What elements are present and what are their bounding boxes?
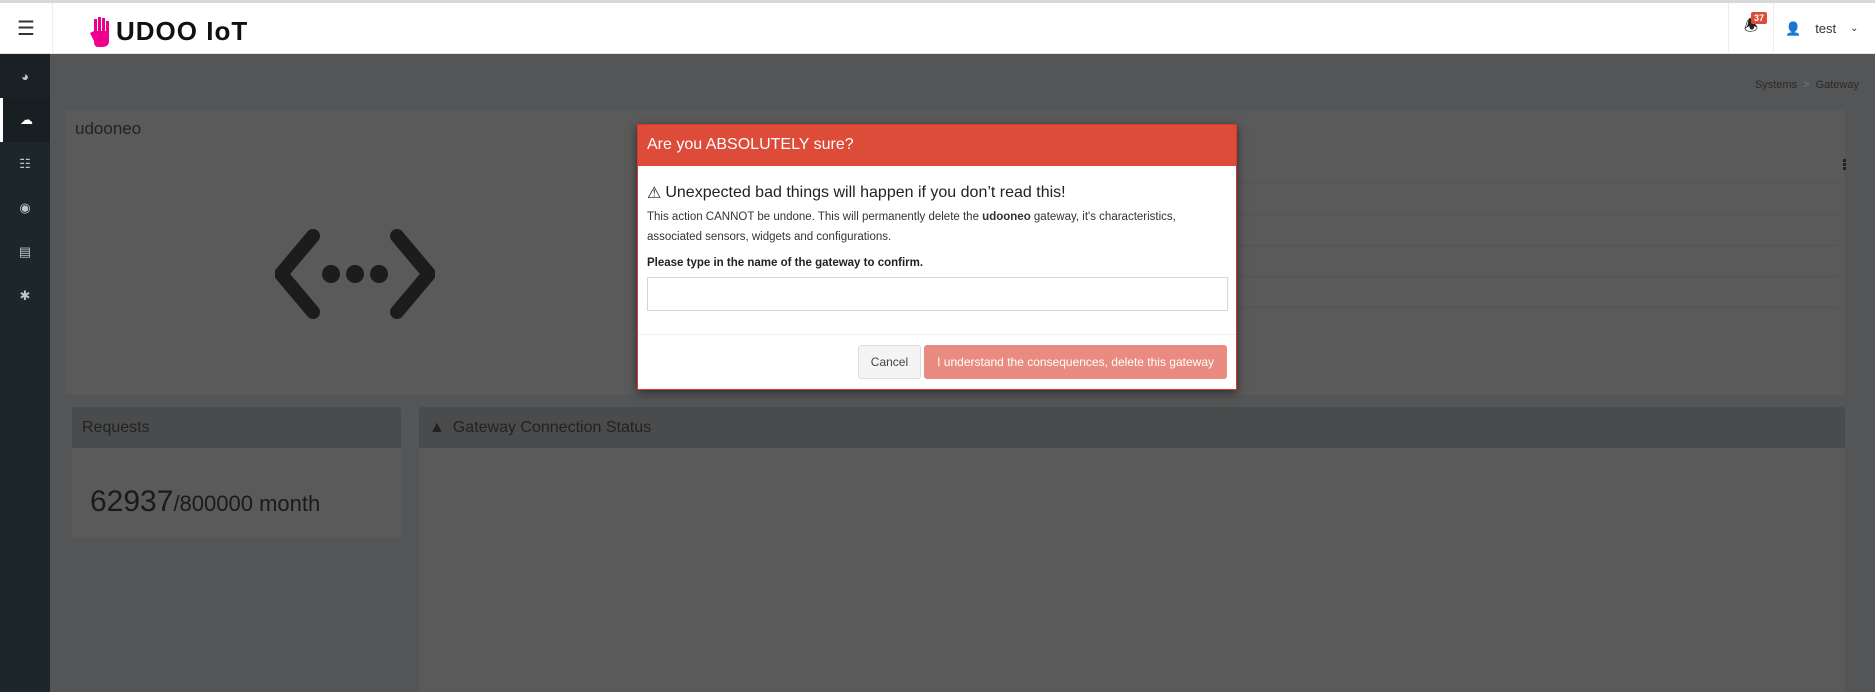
sidebar-item-network[interactable]: ☷ xyxy=(0,142,50,186)
gateway-name-confirm-input[interactable] xyxy=(647,277,1228,311)
toggle-icon: ◉ xyxy=(19,200,31,215)
breadcrumb: Systems > Gateway xyxy=(1754,79,1859,91)
connection-status-title: Gateway Connection Status xyxy=(452,418,652,436)
requests-card: Requests 62937/800000 month xyxy=(72,407,401,538)
user-menu[interactable]: 👤 test ⌄ xyxy=(1785,3,1859,54)
top-navbar: ☰ UDOO IoT 🕭 37 👤 test ⌄ xyxy=(0,3,1875,54)
row-divider xyxy=(1237,245,1839,246)
confirm-label: Please type in the name of the gateway t… xyxy=(647,257,924,269)
requests-value: 62937/800000 month xyxy=(90,485,320,519)
username: test xyxy=(1815,21,1837,36)
hamburger-icon: ☰ xyxy=(17,18,35,40)
brand-logo[interactable]: UDOO IoT xyxy=(90,11,248,47)
chevron-down-icon: ⌄ xyxy=(1850,23,1859,34)
modal-warning: Unexpected bad things will happen if you… xyxy=(665,184,1066,201)
modal-description: This action CANNOT be undone. This will … xyxy=(647,211,1176,243)
notifications-button[interactable]: 🕭 37 xyxy=(1728,3,1774,54)
udoo-hand-icon xyxy=(90,17,109,47)
menu-toggle-button[interactable]: ☰ xyxy=(0,3,53,54)
sidebar-item-debug[interactable]: ✱ xyxy=(0,274,50,318)
row-divider xyxy=(1237,276,1839,277)
cloud-icon: ☁ xyxy=(20,112,33,127)
gateway-icon xyxy=(275,229,435,319)
sidebar-item-toggles[interactable]: ◉ xyxy=(0,186,50,230)
gateway-name: udooneo xyxy=(75,119,142,138)
bug-icon: ✱ xyxy=(19,288,31,303)
dashboard-icon: ◕ xyxy=(21,68,29,84)
requests-count: 62937 xyxy=(90,485,174,518)
sidebar: ◕ ☁ ☷ ◉ ▤ ✱ xyxy=(0,54,50,692)
sidebar-item-gateways[interactable]: ☁ xyxy=(0,98,50,142)
connection-status-card: ▲ Gateway Connection Status xyxy=(419,407,1845,692)
delete-gateway-modal: Are you ABSOLUTELY sure? ⚠ Unexpected bad… xyxy=(637,124,1237,390)
modal-gateway-name: udooneo xyxy=(982,211,1031,223)
row-divider xyxy=(1237,307,1839,308)
modal-title: Are you ABSOLUTELY sure? xyxy=(638,125,1236,166)
sidebar-item-docs[interactable]: ▤ xyxy=(0,230,50,274)
requests-title: Requests xyxy=(82,418,150,436)
user-icon: 👤 xyxy=(1785,20,1802,36)
sitemap-icon: ☷ xyxy=(19,156,31,171)
row-divider xyxy=(1237,182,1839,183)
more-options-icon[interactable] xyxy=(1843,159,1847,171)
breadcrumb-gateway: Gateway xyxy=(1815,79,1859,91)
brand-name: UDOO IoT xyxy=(116,16,249,46)
delete-gateway-button[interactable]: I understand the consequences, delete th… xyxy=(924,345,1227,379)
row-divider xyxy=(1237,214,1839,215)
requests-limit: /800000 month xyxy=(173,491,321,516)
breadcrumb-systems[interactable]: Systems xyxy=(1755,79,1797,91)
cancel-button[interactable]: Cancel xyxy=(857,345,922,379)
notifications-badge: 37 xyxy=(1751,12,1768,24)
warning-icon: ⚠ xyxy=(647,185,662,202)
sidebar-item-dashboard[interactable]: ◕ xyxy=(0,54,50,98)
area-chart-icon: ▲ xyxy=(429,418,445,436)
book-icon: ▤ xyxy=(18,244,32,259)
